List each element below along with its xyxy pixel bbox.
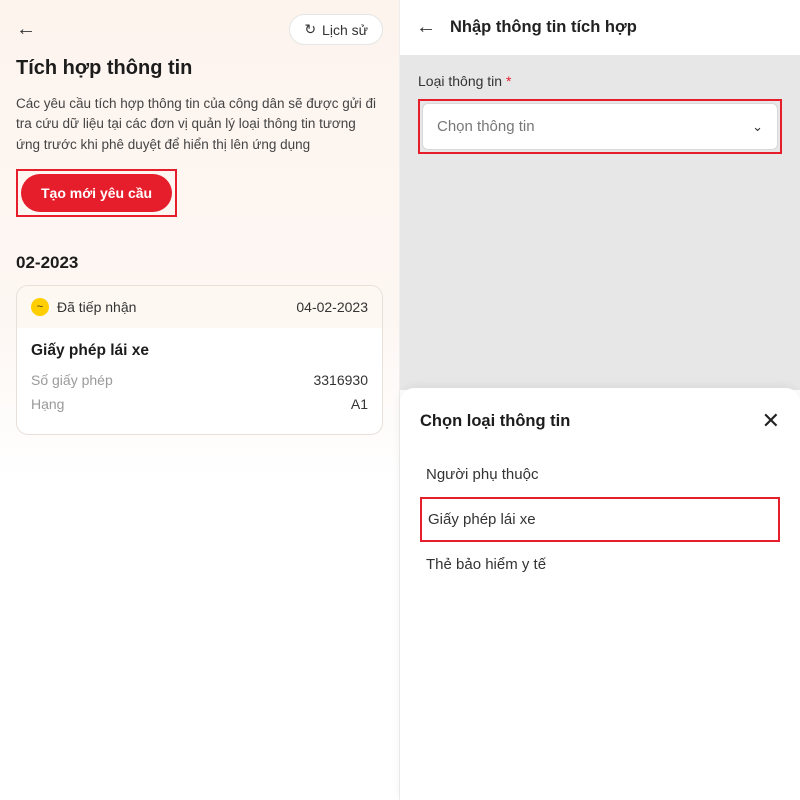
highlight-box: Tạo mới yêu cầu — [16, 169, 177, 217]
clock-icon: ↻ — [304, 21, 316, 38]
status-icon: ~ — [31, 298, 49, 316]
class-label: Hạng — [31, 396, 64, 412]
field-label: Loại thông tin * — [418, 73, 782, 89]
page-title: Nhập thông tin tích hợp — [450, 18, 637, 37]
close-icon[interactable]: ✕ — [762, 408, 780, 434]
license-no-value: 3316930 — [313, 372, 368, 388]
header: ← ↻ Lịch sử — [0, 0, 399, 53]
screen-integration-input: ← Nhập thông tin tích hợp Loại thông tin… — [400, 0, 800, 800]
select-placeholder: Chọn thông tin — [437, 118, 535, 135]
card-title: Giấy phép lái xe — [31, 342, 368, 360]
screen-integration-list: ← ↻ Lịch sử Tích hợp thông tin Các yêu c… — [0, 0, 400, 800]
page-title: Tích hợp thông tin — [0, 53, 399, 94]
page-description: Các yêu cầu tích hợp thông tin của công … — [0, 94, 399, 169]
bottom-sheet: Chọn loại thông tin ✕ Người phụ thuộc Gi… — [400, 388, 800, 800]
create-request-button[interactable]: Tạo mới yêu cầu — [21, 174, 172, 212]
month-heading: 02-2023 — [0, 227, 399, 285]
status-text: Đã tiếp nhận — [57, 299, 136, 315]
back-icon[interactable]: ← — [16, 18, 36, 41]
chevron-down-icon: ⌄ — [752, 119, 763, 135]
history-button[interactable]: ↻ Lịch sử — [289, 14, 383, 45]
license-no-label: Số giấy phép — [31, 372, 113, 388]
card-header: ~ Đã tiếp nhận 04-02-2023 — [17, 286, 382, 328]
option-dependent[interactable]: Người phụ thuộc — [420, 452, 780, 497]
request-card[interactable]: ~ Đã tiếp nhận 04-02-2023 Giấy phép lái … — [16, 285, 383, 435]
sheet-title: Chọn loại thông tin — [420, 412, 570, 431]
header: ← Nhập thông tin tích hợp — [400, 0, 800, 55]
highlight-box: Chọn thông tin ⌄ — [418, 99, 782, 154]
option-health-insurance[interactable]: Thẻ bảo hiểm y tế — [420, 542, 780, 587]
info-type-select[interactable]: Chọn thông tin ⌄ — [422, 103, 778, 150]
card-date: 04-02-2023 — [296, 299, 368, 315]
history-label: Lịch sử — [322, 22, 368, 38]
modal-backdrop: Loại thông tin * Chọn thông tin ⌄ — [400, 55, 800, 390]
back-icon[interactable]: ← — [416, 16, 436, 39]
class-value: A1 — [351, 396, 368, 412]
option-driver-license[interactable]: Giấy phép lái xe — [420, 497, 780, 542]
